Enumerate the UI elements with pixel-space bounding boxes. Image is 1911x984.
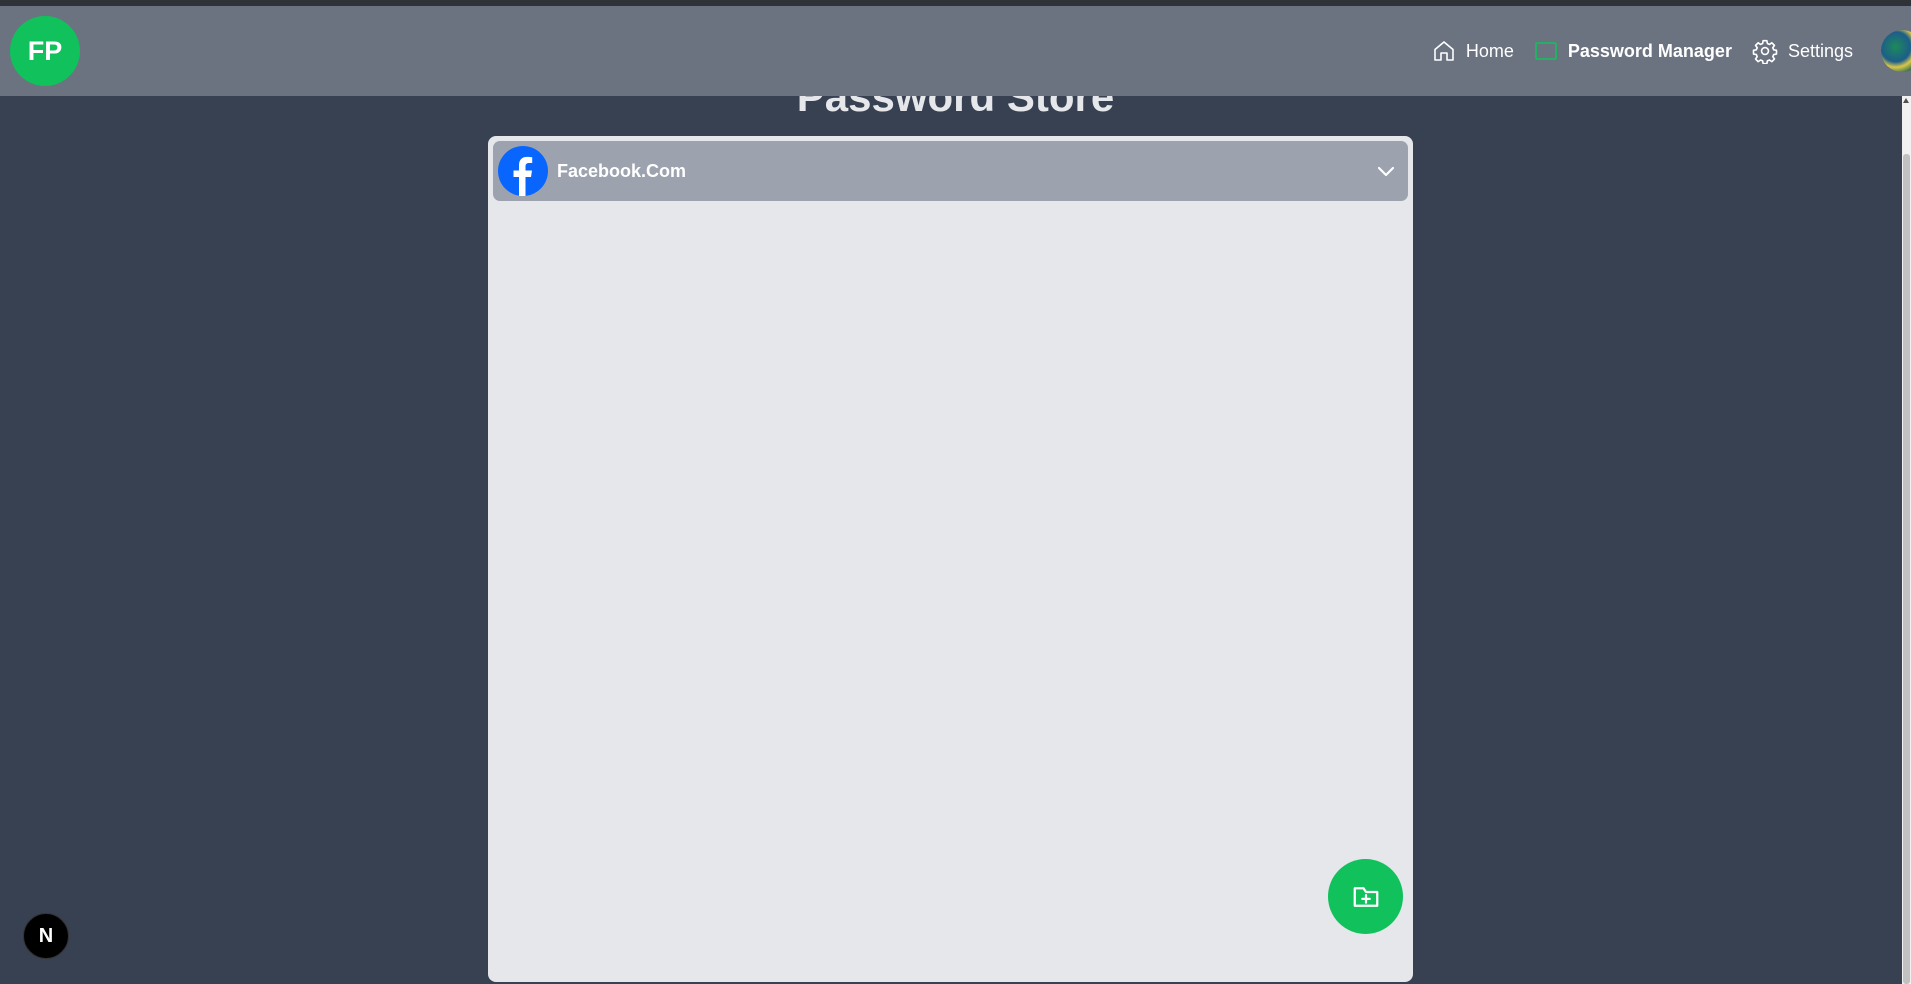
dev-tools-badge[interactable]: N [23,913,69,959]
chevron-down-icon[interactable] [1374,159,1398,183]
facebook-icon [498,146,548,196]
nav-item-settings[interactable]: Settings [1752,38,1853,64]
password-store-panel: Facebook.Com [488,136,1413,982]
page-scrollbar[interactable] [1902,96,1911,984]
nav-links: Home Password Manager Settings [1432,6,1911,96]
navbar: FP Home Password Manager Settings [0,6,1911,96]
gear-icon [1752,39,1778,64]
home-icon [1434,41,1454,61]
app-logo[interactable]: FP [10,16,80,86]
folder-outline-icon [1535,42,1557,60]
nav-item-password-manager[interactable]: Password Manager [1534,39,1732,63]
nav-item-home[interactable]: Home [1432,39,1514,63]
user-avatar[interactable] [1881,30,1911,72]
scroll-thumb[interactable] [1903,154,1910,984]
nav-item-label: Settings [1787,40,1853,61]
scroll-up-arrow[interactable] [1903,98,1909,103]
nav-item-label: Home [1465,40,1514,61]
password-entry-row[interactable]: Facebook.Com [493,141,1408,201]
browser-top-strip [0,0,1911,6]
folder-plus-icon [1353,886,1378,907]
nav-item-label: Password Manager [1567,40,1732,61]
entry-site-name: Facebook.Com [557,160,687,181]
add-folder-button[interactable] [1328,859,1403,934]
